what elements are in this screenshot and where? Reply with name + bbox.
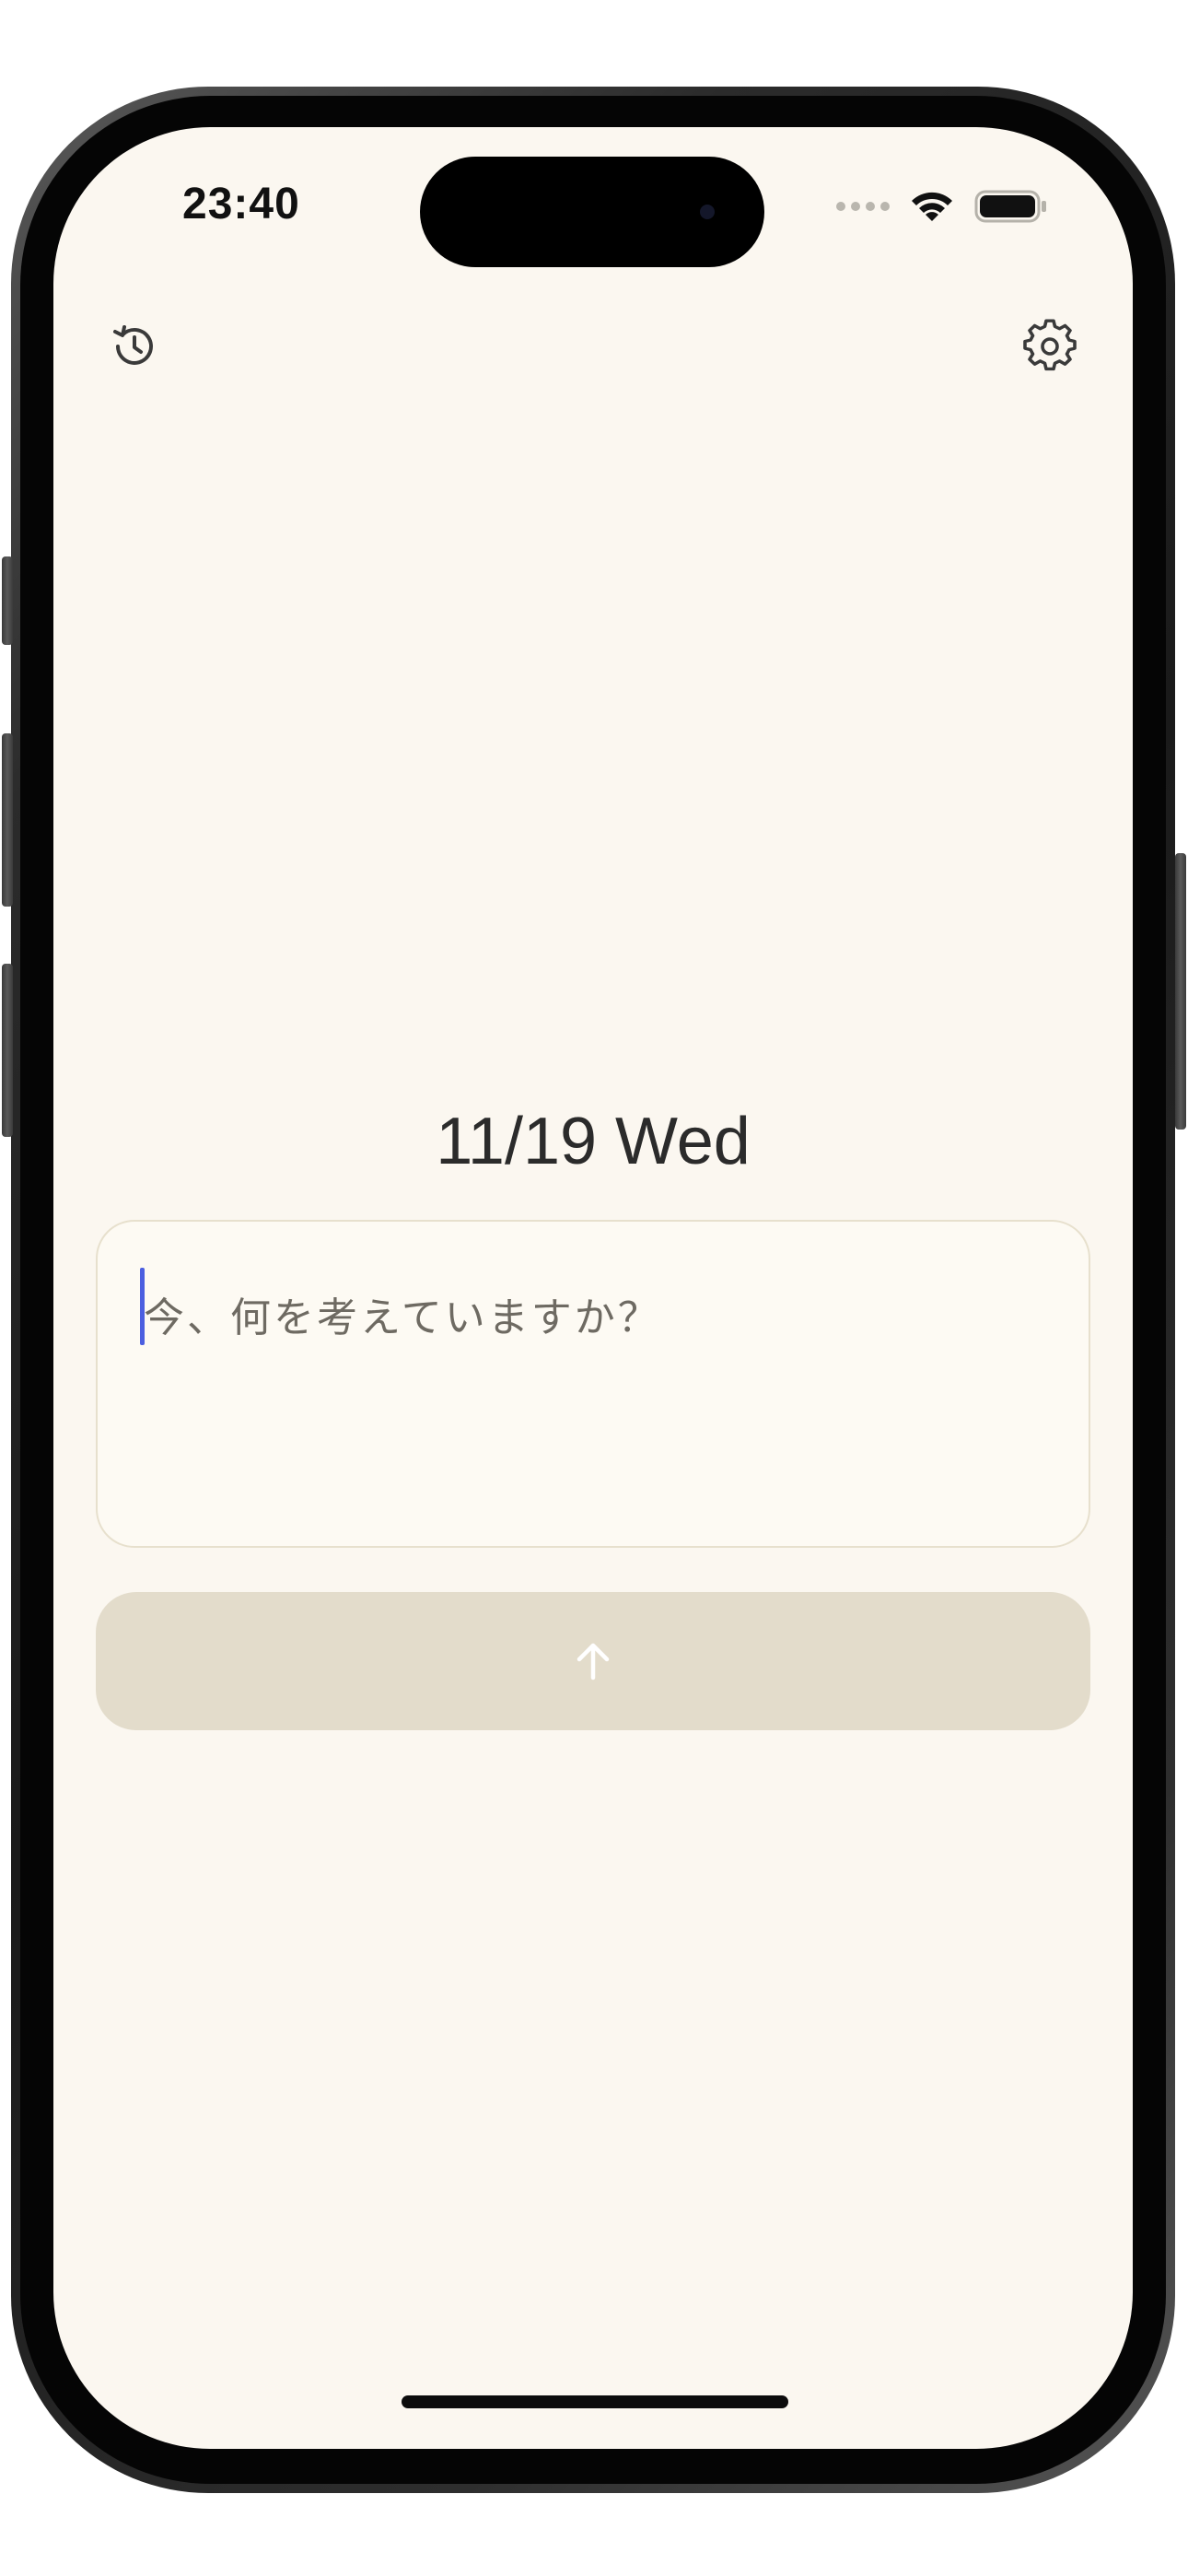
power-button	[1175, 853, 1186, 1130]
settings-button[interactable]	[1013, 310, 1087, 383]
thought-input[interactable]: 今、何を考えていますか？	[96, 1220, 1090, 1548]
app-screen: 23:40 11/19 Wed 今、何を考えていますか？	[53, 127, 1133, 2449]
volume-down-button	[2, 964, 13, 1137]
arrow-up-icon	[577, 1643, 610, 1680]
volume-up-button	[2, 733, 13, 907]
send-button[interactable]	[96, 1592, 1090, 1730]
history-icon	[113, 325, 153, 365]
cellular-signal-icon	[836, 202, 890, 211]
dynamic-island	[420, 157, 764, 267]
date-label: 11/19 Wed	[436, 1105, 751, 1178]
gear-icon	[1023, 319, 1077, 371]
camera-dot	[700, 205, 715, 219]
home-indicator[interactable]	[402, 2395, 788, 2408]
wifi-icon	[912, 192, 952, 221]
status-icons	[836, 188, 1048, 225]
history-button[interactable]	[98, 310, 171, 383]
status-time: 23:40	[182, 180, 300, 228]
action-button	[2, 556, 13, 645]
input-placeholder: 今、何を考えていますか？	[144, 1294, 661, 1341]
battery-icon	[974, 190, 1046, 223]
